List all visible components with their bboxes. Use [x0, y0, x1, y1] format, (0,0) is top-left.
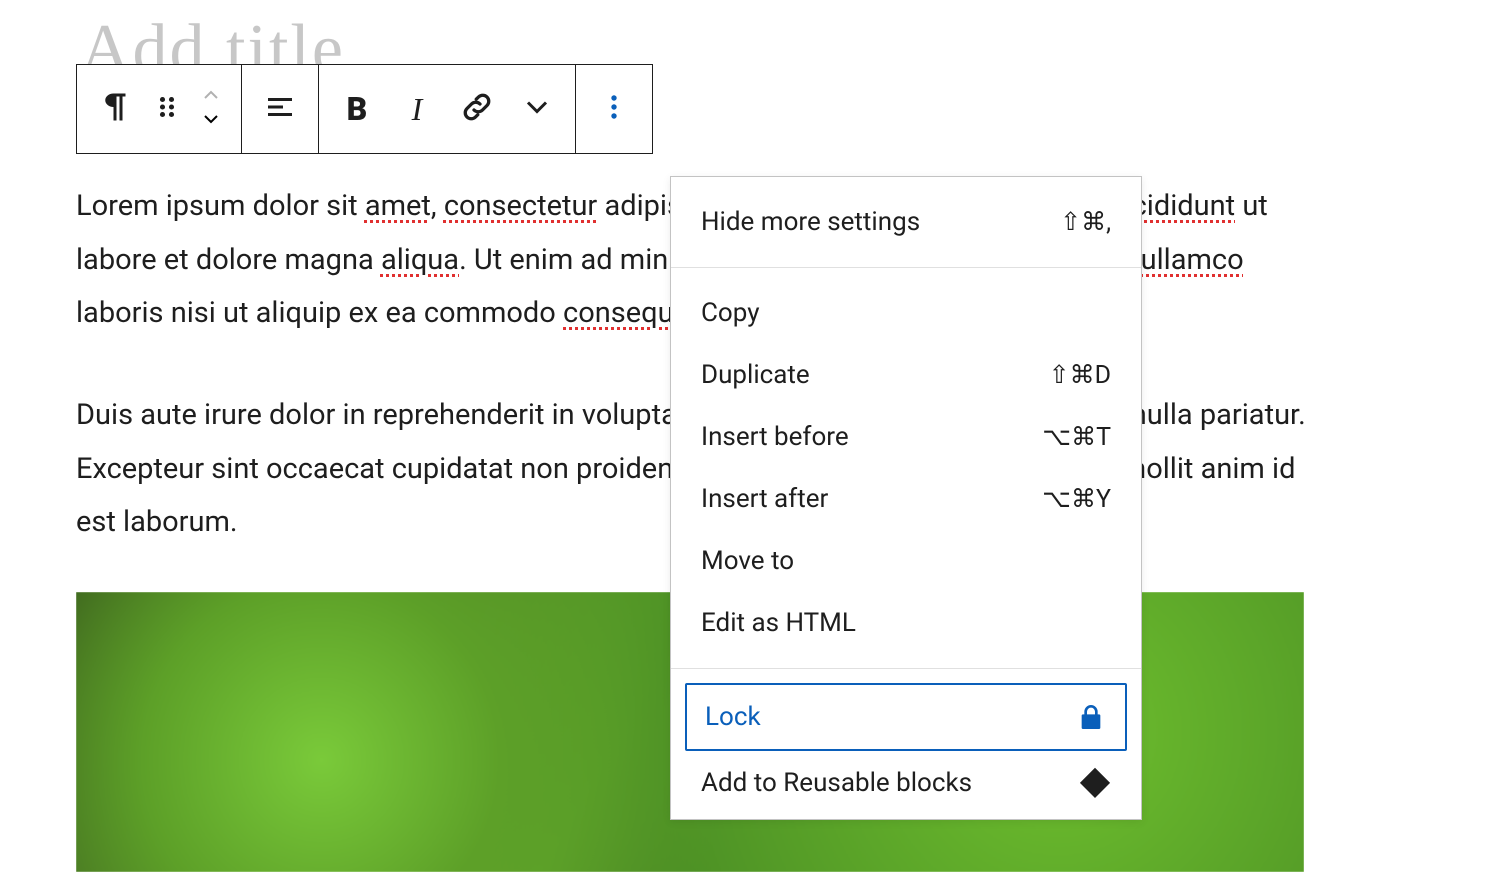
- chevron-down-icon: [519, 89, 555, 129]
- align-left-icon: [262, 89, 298, 129]
- toolbar-group-format: B I: [319, 65, 576, 153]
- move-up-button[interactable]: [189, 85, 233, 109]
- more-vertical-icon: [596, 89, 632, 129]
- menu-move-to[interactable]: Move to: [671, 530, 1141, 592]
- misspelled-word[interactable]: ullamco: [1141, 243, 1244, 277]
- move-down-button[interactable]: [189, 109, 233, 133]
- block-options-menu: Hide more settings ⇧⌘, Copy Duplicate ⇧⌘…: [670, 176, 1142, 820]
- drag-icon: [149, 89, 185, 129]
- misspelled-word[interactable]: amet: [365, 189, 431, 223]
- drag-handle[interactable]: [145, 79, 189, 139]
- menu-lock[interactable]: Lock: [685, 683, 1127, 751]
- toolbar-group-block: [77, 65, 242, 153]
- menu-edit-html[interactable]: Edit as HTML: [671, 592, 1141, 654]
- block-options-button[interactable]: [584, 79, 644, 139]
- text: laboris nisi ut aliquip ex ea commodo: [76, 296, 563, 330]
- menu-label: Lock: [705, 702, 761, 732]
- shortcut: ⌥⌘Y: [1042, 484, 1111, 514]
- toolbar-group-align: [242, 65, 319, 153]
- misspelled-word[interactable]: aliqua: [381, 243, 459, 277]
- menu-label: Insert before: [701, 422, 849, 452]
- menu-hide-more-settings[interactable]: Hide more settings ⇧⌘,: [671, 191, 1141, 253]
- text: Lorem ipsum dolor sit: [76, 189, 365, 223]
- menu-add-reusable[interactable]: Add to Reusable blocks: [671, 751, 1141, 805]
- pilcrow-icon: [97, 89, 133, 129]
- text: ,: [431, 189, 444, 223]
- block-toolbar: B I: [76, 64, 653, 154]
- menu-label: Hide more settings: [701, 207, 920, 237]
- reusable-icon: [1079, 767, 1111, 799]
- block-type-button[interactable]: [85, 79, 145, 139]
- toolbar-group-options: [576, 65, 652, 153]
- menu-label: Edit as HTML: [701, 608, 856, 638]
- more-formatting-button[interactable]: [507, 79, 567, 139]
- lock-icon: [1075, 701, 1107, 733]
- italic-icon: I: [412, 91, 423, 128]
- menu-duplicate[interactable]: Duplicate ⇧⌘D: [671, 344, 1141, 406]
- shortcut: ⌥⌘T: [1042, 422, 1111, 452]
- menu-insert-after[interactable]: Insert after ⌥⌘Y: [671, 468, 1141, 530]
- misspelled-word[interactable]: consectetur: [444, 189, 597, 223]
- chevron-up-icon: [199, 87, 223, 107]
- chevron-down-icon: [199, 111, 223, 131]
- bold-icon: B: [347, 90, 368, 128]
- shortcut: ⇧⌘D: [1049, 360, 1111, 390]
- align-button[interactable]: [250, 79, 310, 139]
- link-icon: [459, 89, 495, 129]
- italic-button[interactable]: I: [387, 79, 447, 139]
- menu-copy[interactable]: Copy: [671, 282, 1141, 344]
- menu-label: Add to Reusable blocks: [701, 768, 972, 798]
- link-button[interactable]: [447, 79, 507, 139]
- bold-button[interactable]: B: [327, 79, 387, 139]
- menu-insert-before[interactable]: Insert before ⌥⌘T: [671, 406, 1141, 468]
- menu-label: Insert after: [701, 484, 828, 514]
- menu-label: Duplicate: [701, 360, 810, 390]
- menu-label: Copy: [701, 298, 760, 328]
- block-mover: [189, 79, 233, 139]
- menu-label: Move to: [701, 546, 794, 576]
- shortcut: ⇧⌘,: [1060, 207, 1111, 237]
